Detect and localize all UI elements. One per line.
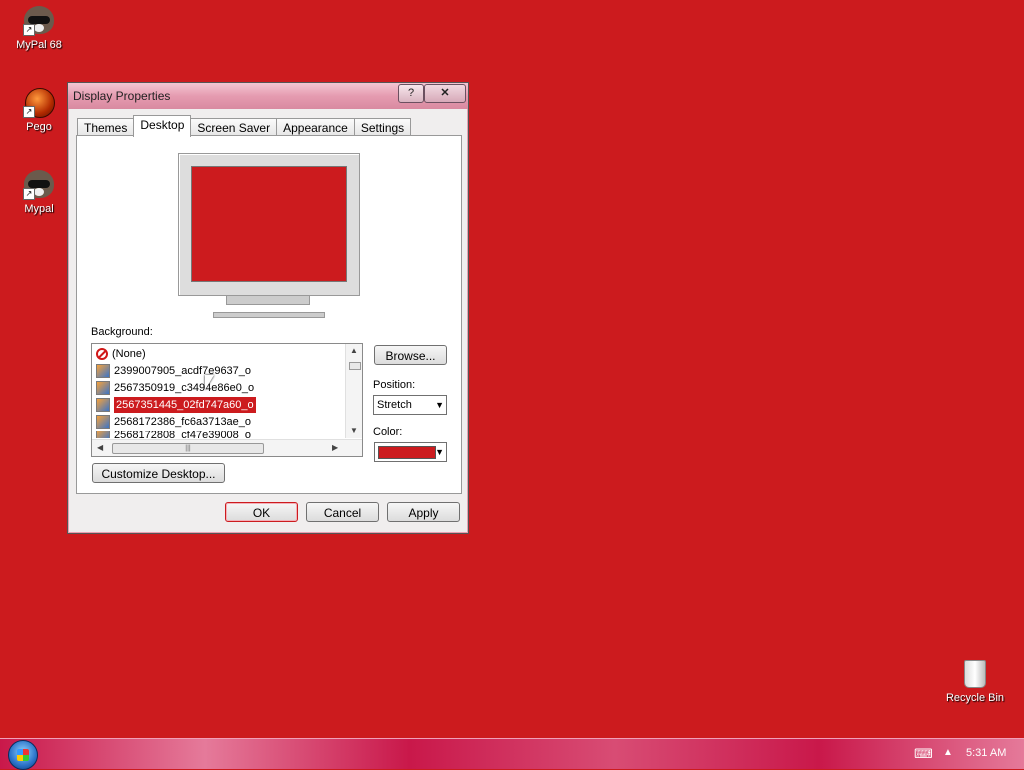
scroll-thumb[interactable]: ||| [112,443,264,454]
recycle-bin-icon [959,657,991,689]
list-item-label: 2567350919_c3494e86e0_o [114,382,255,394]
desktop-icon-recycle-bin[interactable]: Recycle Bin [939,657,1011,704]
image-file-icon [96,381,110,395]
image-file-icon [96,398,110,412]
mouse-cursor-icon [205,375,214,390]
background-label: Background: [91,326,153,338]
pego-icon: ↗ [23,86,55,118]
scroll-right-icon[interactable]: ▶ [332,443,338,452]
desktop-icon-label: Recycle Bin [945,692,1005,704]
title-bar[interactable]: Display Properties ? ✕ [68,83,468,109]
raccoon-icon: ↗ [23,4,55,36]
desktop-tab-panel: Background: (None) 2399007905_acdf7e9637… [76,135,462,494]
dialog-title: Display Properties [73,89,171,103]
cancel-button[interactable]: Cancel [306,502,379,522]
list-item-label: (None) [112,348,146,360]
close-button[interactable]: ✕ [424,84,466,103]
scroll-thumb[interactable] [349,362,361,370]
customize-desktop-button[interactable]: Customize Desktop... [92,463,225,483]
position-select[interactable]: Stretch ▼ [373,395,447,415]
image-file-icon [96,431,110,438]
list-item-label: 2568172808_cf47e39008_o [114,431,252,438]
help-button[interactable]: ? [398,84,424,103]
desktop-icon-label: MyPal 68 [16,39,62,51]
apply-button[interactable]: Apply [387,502,460,522]
tab-strip: Themes Desktop Screen Saver Appearance S… [77,115,412,137]
dropdown-arrow-icon: ▼ [435,447,444,457]
monitor-base [213,312,325,318]
color-label: Color: [373,426,403,438]
image-file-icon [96,364,110,378]
desktop-icon-mypal68[interactable]: ↗ MyPal 68 [3,4,75,51]
list-item[interactable]: 2399007905_acdf7e9637_o [96,363,251,379]
list-item[interactable]: 2567350919_c3494e86e0_o [96,380,254,396]
background-listbox[interactable]: (None) 2399007905_acdf7e9637_o 256735091… [91,343,363,457]
color-picker[interactable]: ▼ [374,442,447,462]
color-swatch [378,446,436,459]
keyboard-icon[interactable]: ⌨ [914,746,933,762]
list-item[interactable]: (None) [96,346,146,362]
desktop-icon-label: Mypal [24,203,54,215]
raccoon-icon: ↗ [23,168,55,200]
list-item-label: 2567351445_02fd747a60_o [113,396,257,414]
vertical-scrollbar[interactable]: ▲ ▼ [345,344,362,438]
desktop-icon-mypal[interactable]: ↗ Mypal [3,168,75,215]
display-properties-dialog: Display Properties ? ✕ Themes Desktop Sc… [67,82,469,534]
list-item-selected[interactable]: 2567351445_02fd747a60_o [96,396,257,414]
desktop-icon-pego[interactable]: ↗ Pego [3,86,75,133]
scroll-up-icon[interactable]: ▲ [350,346,358,355]
monitor-stand [226,295,310,305]
tab-desktop[interactable]: Desktop [133,115,192,137]
position-label: Position: [373,379,416,391]
taskbar: ⌨ ▲ 5:31 AM [0,738,1024,770]
list-item-label: 2399007905_acdf7e9637_o [114,365,252,377]
list-item-label: 2568172386_fc6a3713ae_o [114,416,252,428]
horizontal-scrollbar[interactable]: ◀ ||| ▶ [92,439,362,456]
monitor-screen-preview [191,166,347,282]
desktop-icon-label: Pego [26,121,52,133]
browse-button[interactable]: Browse... [374,345,447,365]
show-hidden-icons-icon[interactable]: ▲ [943,747,953,758]
start-button[interactable] [8,740,38,770]
monitor-preview [178,153,360,318]
scroll-left-icon[interactable]: ◀ [97,443,103,452]
list-item[interactable]: 2568172386_fc6a3713ae_o [96,414,251,430]
no-symbol-icon [96,348,108,360]
ok-button[interactable]: OK [225,502,298,522]
dropdown-arrow-icon: ▼ [435,400,444,410]
image-file-icon [96,415,110,429]
clock[interactable]: 5:31 AM [966,747,1006,759]
scroll-down-icon[interactable]: ▼ [350,426,358,435]
position-value: Stretch [377,399,412,411]
monitor-frame [178,153,360,296]
list-item[interactable]: 2568172808_cf47e39008_o [96,431,251,438]
